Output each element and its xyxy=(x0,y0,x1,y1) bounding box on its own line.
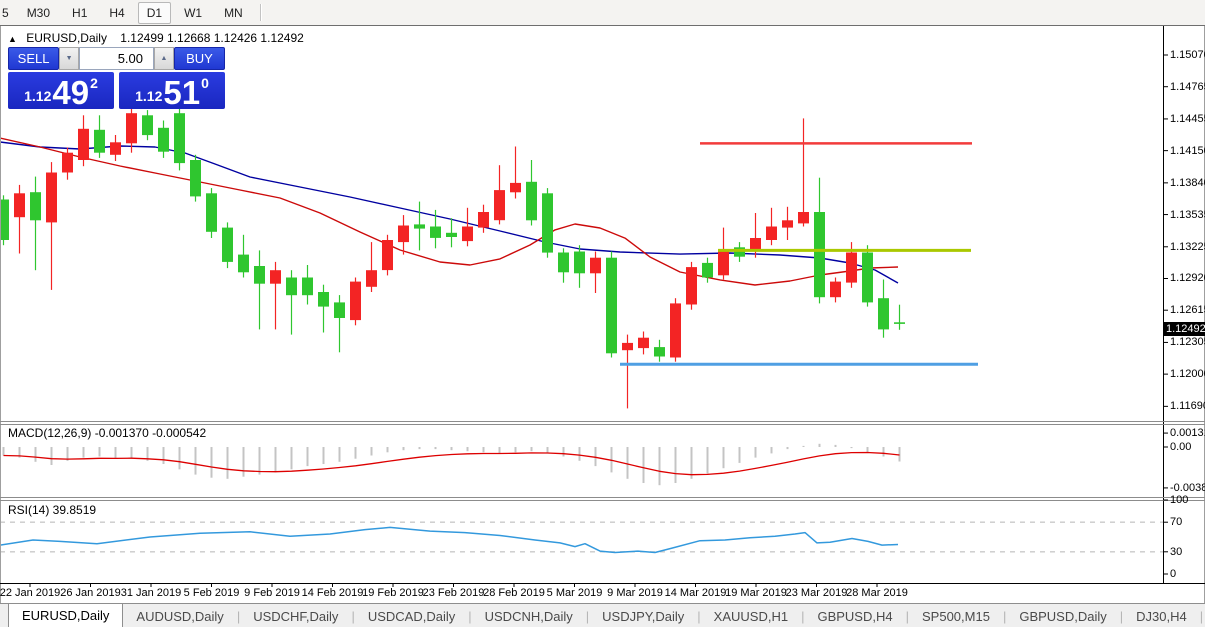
chart-tab-audusd-daily[interactable]: AUDUSD,Daily xyxy=(123,604,236,627)
chart-tab-bar: EURUSD,Daily AUDUSD,Daily | USDCHF,Daily | US… xyxy=(0,603,1205,627)
chart-tab-usdcnh-daily[interactable]: USDCNH,Daily xyxy=(472,604,586,627)
timeframe-button-mn[interactable]: MN xyxy=(215,2,252,24)
macd-pane-layer xyxy=(2,443,901,486)
chart-tab-dj30-h4[interactable]: DJ30,H4 xyxy=(1123,604,1200,627)
chart-tab-gbpusd-daily[interactable]: GBPUSD,Daily xyxy=(1006,604,1119,627)
one-click-trading-panel: SELL ▼ ▲ BUY 1.12492 1.12510 xyxy=(8,47,225,109)
chart-tab-usdjpy-daily[interactable]: USDJPY,Daily xyxy=(589,604,697,627)
toolbar-separator xyxy=(259,4,262,21)
sell-price-pipette: 2 xyxy=(90,75,98,91)
chart-tab-usdcad-daily[interactable]: USDCAD,Daily xyxy=(355,604,468,627)
chart-tab-sp500-m15[interactable]: SP500,M15 xyxy=(909,604,1003,627)
rsi-pane-layer xyxy=(0,521,1163,554)
buy-price-prefix: 1.12 xyxy=(135,88,163,104)
volume-input[interactable] xyxy=(79,47,154,70)
sell-price-prefix: 1.12 xyxy=(24,88,52,104)
timeframe-button-w1[interactable]: W1 xyxy=(175,2,211,24)
frame-layer xyxy=(0,25,1205,603)
chart-tab-usdchf-daily[interactable]: USDCHF,Daily xyxy=(240,604,351,627)
timeframe-button-h4[interactable]: H4 xyxy=(100,2,133,24)
volume-down-button[interactable]: ▼ xyxy=(59,47,79,70)
sell-button[interactable]: SELL xyxy=(8,47,60,70)
sell-price-box[interactable]: 1.12 49 2 xyxy=(8,72,114,109)
one-click-collapse-icon[interactable]: ▲ xyxy=(8,34,17,44)
chart-tab-gbpusd-h4[interactable]: GBPUSD,H4 xyxy=(804,604,905,627)
chart-tab-eurusd-daily[interactable]: EURUSD,Daily xyxy=(8,604,124,627)
chart-symbol-label: EURUSD,Daily xyxy=(26,31,107,45)
chart-ohlc-values: 1.12499 1.12668 1.12426 1.12492 xyxy=(120,31,304,45)
chart-header: ▲ EURUSD,Daily 1.12499 1.12668 1.12426 1… xyxy=(8,31,304,45)
buy-price-big: 51 xyxy=(163,74,201,111)
buy-price-pipette: 0 xyxy=(201,75,209,91)
timeframe-button-h1[interactable]: H1 xyxy=(63,2,96,24)
timeframe-button-d1[interactable]: D1 xyxy=(137,1,172,24)
timeframe-toolbar: 5 M30 H1 H4 D1 W1 MN xyxy=(0,0,1205,26)
chart-tab-xauusd-h1[interactable]: XAUUSD,H1 xyxy=(701,604,801,627)
mt4-terminal: 5 M30 H1 H4 D1 W1 MN ▲ EURUSD,Daily 1.12… xyxy=(0,0,1205,627)
buy-button[interactable]: BUY xyxy=(173,47,225,70)
sell-price-big: 49 xyxy=(52,74,90,111)
buy-price-box[interactable]: 1.12 51 0 xyxy=(119,72,225,109)
volume-up-button[interactable]: ▲ xyxy=(154,47,174,70)
moving-averages-layer xyxy=(0,137,899,286)
timeframe-button-m5[interactable]: 5 xyxy=(0,2,14,24)
timeframe-button-m30[interactable]: M30 xyxy=(18,2,59,24)
